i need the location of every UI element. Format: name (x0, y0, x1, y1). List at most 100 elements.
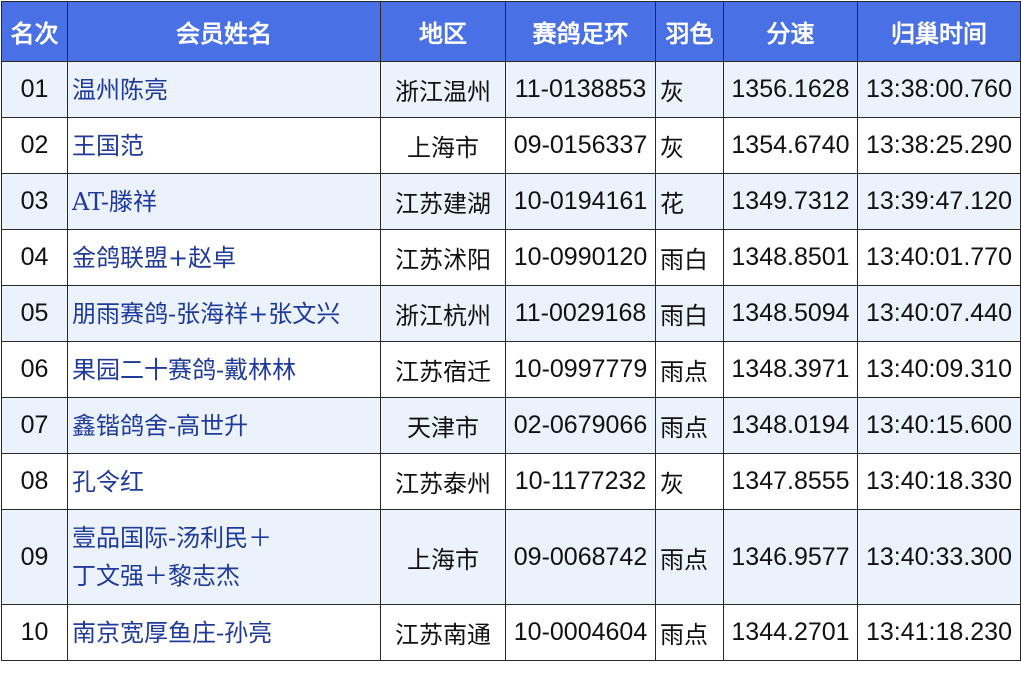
feather-color-cell: 灰 (655, 117, 724, 174)
arrival-time-cell: 13:38:25.290 (857, 117, 1021, 174)
region-cell: 江苏建湖 (380, 173, 506, 230)
feather-color-cell: 花 (655, 173, 724, 230)
member-name-cell: 果园二十赛鸽-戴林林 (67, 341, 381, 398)
results-body: 01 温州陈亮 浙江温州 11-0138853 灰 1356.1628 13:3… (1, 61, 1021, 661)
table-row: 06 果园二十赛鸽-戴林林 江苏宿迁 10-0997779 雨点 1348.39… (1, 341, 1021, 398)
feather-color-cell: 雨点 (655, 604, 724, 661)
member-name-cell: 朋雨赛鸽-张海祥+张文兴 (67, 285, 381, 342)
header-rank: 名次 (1, 1, 68, 62)
table-row: 07 鑫锴鸽舍-高世升 天津市 02-0679066 雨点 1348.0194 … (1, 397, 1021, 454)
header-ring-number: 赛鸽足环 (505, 1, 656, 62)
arrival-time-cell: 13:40:01.770 (857, 229, 1021, 286)
rank-cell: 07 (1, 397, 68, 454)
header-member-name: 会员姓名 (67, 1, 381, 62)
arrival-time-cell: 13:40:18.330 (857, 453, 1021, 510)
region-cell: 上海市 (380, 117, 506, 174)
ring-number-cell: 10-0194161 (505, 173, 656, 230)
feather-color-cell: 雨点 (655, 341, 724, 398)
header-row: 名次 会员姓名 地区 赛鸽足环 羽色 分速 归巢时间 (1, 1, 1021, 62)
region-cell: 天津市 (380, 397, 506, 454)
feather-color-cell: 雨点 (655, 397, 724, 454)
speed-cell: 1348.0194 (723, 397, 858, 454)
member-name-cell: 鑫锴鸽舍-高世升 (67, 397, 381, 454)
feather-color-cell: 雨白 (655, 229, 724, 286)
feather-color-cell: 雨白 (655, 285, 724, 342)
member-name-cell: 金鸽联盟+赵卓 (67, 229, 381, 286)
ring-number-cell: 10-1177232 (505, 453, 656, 510)
member-name: 温州陈亮 (72, 75, 168, 104)
table-row: 01 温州陈亮 浙江温州 11-0138853 灰 1356.1628 13:3… (1, 61, 1021, 118)
member-name: 朋雨赛鸽-张海祥+张文兴 (72, 299, 341, 328)
feather-color-cell: 灰 (655, 61, 724, 118)
member-name-cell: 温州陈亮 (67, 61, 381, 118)
speed-cell: 1356.1628 (723, 61, 858, 118)
header-speed: 分速 (723, 1, 858, 62)
region-cell: 上海市 (380, 509, 506, 605)
rank-cell: 10 (1, 604, 68, 661)
rank-cell: 06 (1, 341, 68, 398)
speed-cell: 1346.9577 (723, 509, 858, 605)
ring-number-cell: 09-0068742 (505, 509, 656, 605)
feather-color-cell: 雨点 (655, 509, 724, 605)
rank-cell: 02 (1, 117, 68, 174)
rank-cell: 09 (1, 509, 68, 605)
race-results-table: 名次 会员姓名 地区 赛鸽足环 羽色 分速 归巢时间 01 温州陈亮 浙江温州 … (1, 1, 1021, 661)
speed-cell: 1348.5094 (723, 285, 858, 342)
member-name-cell: AT-滕祥 (67, 173, 381, 230)
member-name-cell: 王国范 (67, 117, 381, 174)
region-cell: 江苏宿迁 (380, 341, 506, 398)
ring-number-cell: 11-0138853 (505, 61, 656, 118)
member-name: 孔令红 (72, 467, 144, 496)
table-row: 09 壹品国际-汤利民＋ 丁文强＋黎志杰 上海市 09-0068742 雨点 13… (1, 509, 1021, 605)
rank-cell: 05 (1, 285, 68, 342)
member-name-line-1: 壹品国际-汤利民＋ (72, 524, 273, 552)
rank-cell: 08 (1, 453, 68, 510)
arrival-time-cell: 13:41:18.230 (857, 604, 1021, 661)
rank-cell: 04 (1, 229, 68, 286)
rank-cell: 03 (1, 173, 68, 230)
speed-cell: 1348.3971 (723, 341, 858, 398)
member-name: 南京宽厚鱼庄-孙亮 (72, 618, 273, 647)
member-name-cell: 孔令红 (67, 453, 381, 510)
ring-number-cell: 10-0997779 (505, 341, 656, 398)
ring-number-cell: 02-0679066 (505, 397, 656, 454)
arrival-time-cell: 13:40:15.600 (857, 397, 1021, 454)
speed-cell: 1349.7312 (723, 173, 858, 230)
region-cell: 江苏沭阳 (380, 229, 506, 286)
speed-cell: 1344.2701 (723, 604, 858, 661)
rank-cell: 01 (1, 61, 68, 118)
header-feather-color: 羽色 (655, 1, 724, 62)
ring-number-cell: 11-0029168 (505, 285, 656, 342)
region-cell: 浙江温州 (380, 61, 506, 118)
member-name-line-2: 丁文强＋黎志杰 (72, 562, 240, 590)
member-name-cell: 南京宽厚鱼庄-孙亮 (67, 604, 381, 661)
member-name: 金鸽联盟+赵卓 (72, 243, 237, 272)
member-name: AT-滕祥 (72, 187, 158, 216)
speed-cell: 1347.8555 (723, 453, 858, 510)
member-name: 王国范 (72, 131, 144, 160)
table-row: 05 朋雨赛鸽-张海祥+张文兴 浙江杭州 11-0029168 雨白 1348.… (1, 285, 1021, 342)
table-row: 02 王国范 上海市 09-0156337 灰 1354.6740 13:38:… (1, 117, 1021, 174)
region-cell: 浙江杭州 (380, 285, 506, 342)
arrival-time-cell: 13:39:47.120 (857, 173, 1021, 230)
arrival-time-cell: 13:40:09.310 (857, 341, 1021, 398)
speed-cell: 1348.8501 (723, 229, 858, 286)
arrival-time-cell: 13:40:07.440 (857, 285, 1021, 342)
table-row: 10 南京宽厚鱼庄-孙亮 江苏南通 10-0004604 雨点 1344.270… (1, 604, 1021, 661)
table-row: 08 孔令红 江苏泰州 10-1177232 灰 1347.8555 13:40… (1, 453, 1021, 510)
table-row: 03 AT-滕祥 江苏建湖 10-0194161 花 1349.7312 13:… (1, 173, 1021, 230)
ring-number-cell: 10-0004604 (505, 604, 656, 661)
arrival-time-cell: 13:40:33.300 (857, 509, 1021, 605)
header-region: 地区 (380, 1, 506, 62)
header-arrival-time: 归巢时间 (857, 1, 1021, 62)
region-cell: 江苏南通 (380, 604, 506, 661)
member-name: 果园二十赛鸽-戴林林 (72, 355, 297, 384)
table-row: 04 金鸽联盟+赵卓 江苏沭阳 10-0990120 雨白 1348.8501 … (1, 229, 1021, 286)
member-name-cell: 壹品国际-汤利民＋ 丁文强＋黎志杰 (67, 509, 381, 605)
speed-cell: 1354.6740 (723, 117, 858, 174)
member-name: 鑫锴鸽舍-高世升 (72, 411, 249, 440)
arrival-time-cell: 13:38:00.760 (857, 61, 1021, 118)
ring-number-cell: 09-0156337 (505, 117, 656, 174)
feather-color-cell: 灰 (655, 453, 724, 510)
region-cell: 江苏泰州 (380, 453, 506, 510)
